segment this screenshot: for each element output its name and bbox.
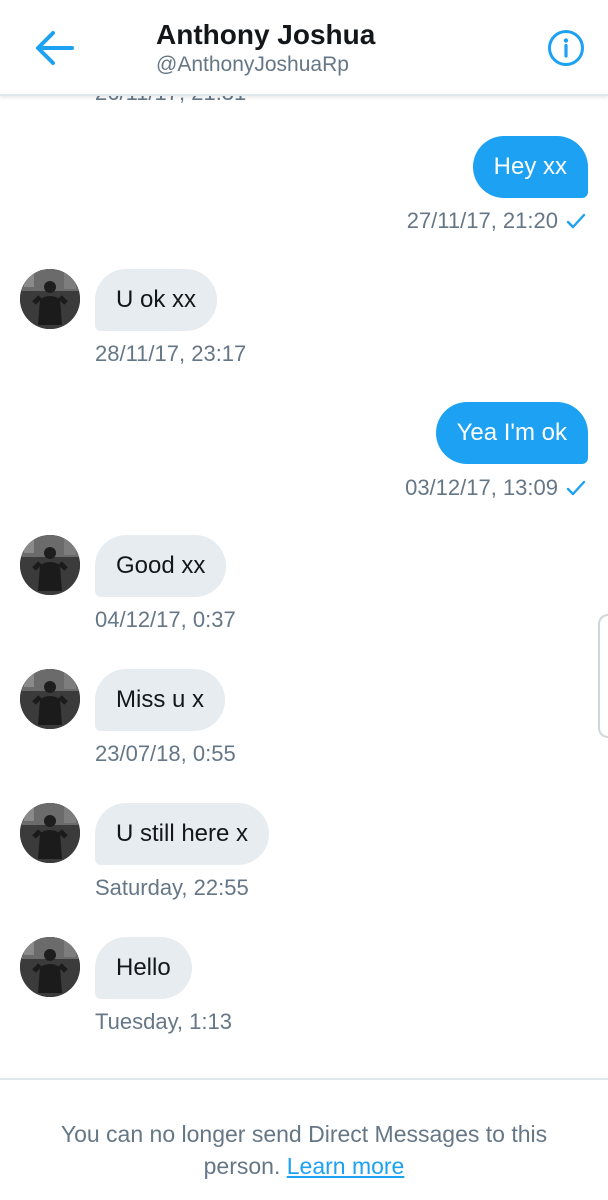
message-bubble: U ok xx: [95, 269, 218, 331]
avatar[interactable]: [20, 803, 80, 863]
message-incoming[interactable]: Hello: [95, 937, 192, 999]
contact-handle: @AnthonyJoshuaRp: [156, 53, 349, 76]
message-meta: 27/11/17, 21:20: [407, 208, 586, 234]
message-timestamp: 03/12/17, 13:09: [405, 475, 558, 500]
message-meta: 04/12/17, 0:37: [95, 607, 236, 633]
message-timestamp: Tuesday, 1:13: [95, 1009, 232, 1034]
message-bubble: Hey xx: [472, 136, 588, 198]
message-bubble: Hello: [95, 937, 192, 999]
avatar-image: [20, 269, 80, 329]
avatar[interactable]: [20, 535, 80, 595]
contact-name: Anthony Joshua: [156, 19, 376, 50]
message-timestamp: 04/12/17, 0:37: [95, 607, 236, 632]
conversation-title: Anthony Joshua @AnthonyJoshuaRp: [156, 18, 375, 78]
scrollbar[interactable]: [598, 614, 608, 738]
message-outgoing[interactable]: Yea I'm ok: [435, 402, 588, 464]
check-icon: [566, 212, 586, 230]
info-icon: [548, 30, 584, 66]
conversation-header: Anthony Joshua @AnthonyJoshuaRp: [0, 0, 608, 96]
learn-more-link[interactable]: Learn more: [287, 1153, 405, 1179]
message-incoming[interactable]: Good xx: [95, 535, 227, 597]
message-meta: Tuesday, 1:13: [95, 1009, 232, 1035]
dm-restriction-notice: You can no longer send Direct Messages t…: [40, 1118, 568, 1182]
back-button[interactable]: [28, 26, 80, 70]
message-meta: Saturday, 22:55: [95, 875, 249, 901]
arrow-left-icon: [36, 31, 74, 65]
avatar[interactable]: [20, 937, 80, 997]
message-bubble: Miss u x: [95, 669, 226, 731]
avatar-image: [20, 803, 80, 863]
message-bubble: U still here x: [95, 803, 270, 865]
message-outgoing[interactable]: Hey xx: [472, 136, 588, 198]
message-timestamp: Saturday, 22:55: [95, 875, 249, 900]
dm-restriction-footer: You can no longer send Direct Messages t…: [0, 1078, 608, 1200]
message-bubble: Good xx: [95, 535, 227, 597]
message-timestamp: 23/07/18, 0:55: [95, 741, 236, 766]
message-bubble: Yea I'm ok: [435, 402, 588, 464]
avatar[interactable]: [20, 669, 80, 729]
avatar-image: [20, 535, 80, 595]
avatar-image: [20, 937, 80, 997]
message-meta: 28/11/17, 23:17: [95, 341, 246, 367]
avatar[interactable]: [20, 269, 80, 329]
message-timestamp: 28/11/17, 23:17: [95, 341, 247, 366]
message-meta: 23/07/18, 0:55: [95, 741, 236, 767]
message-timestamp: 27/11/17, 21:20: [406, 208, 558, 233]
info-button[interactable]: [546, 28, 586, 68]
message-incoming[interactable]: U still here x: [95, 803, 270, 865]
message-incoming[interactable]: Miss u x: [95, 669, 226, 731]
avatar-image: [20, 669, 80, 729]
message-incoming[interactable]: U ok xx: [95, 269, 218, 331]
message-meta: 03/12/17, 13:09: [405, 475, 586, 501]
check-icon: [566, 479, 586, 497]
dm-conversation-screen: Anthony Joshua @AnthonyJoshuaRp 26/11/17…: [0, 0, 608, 1200]
